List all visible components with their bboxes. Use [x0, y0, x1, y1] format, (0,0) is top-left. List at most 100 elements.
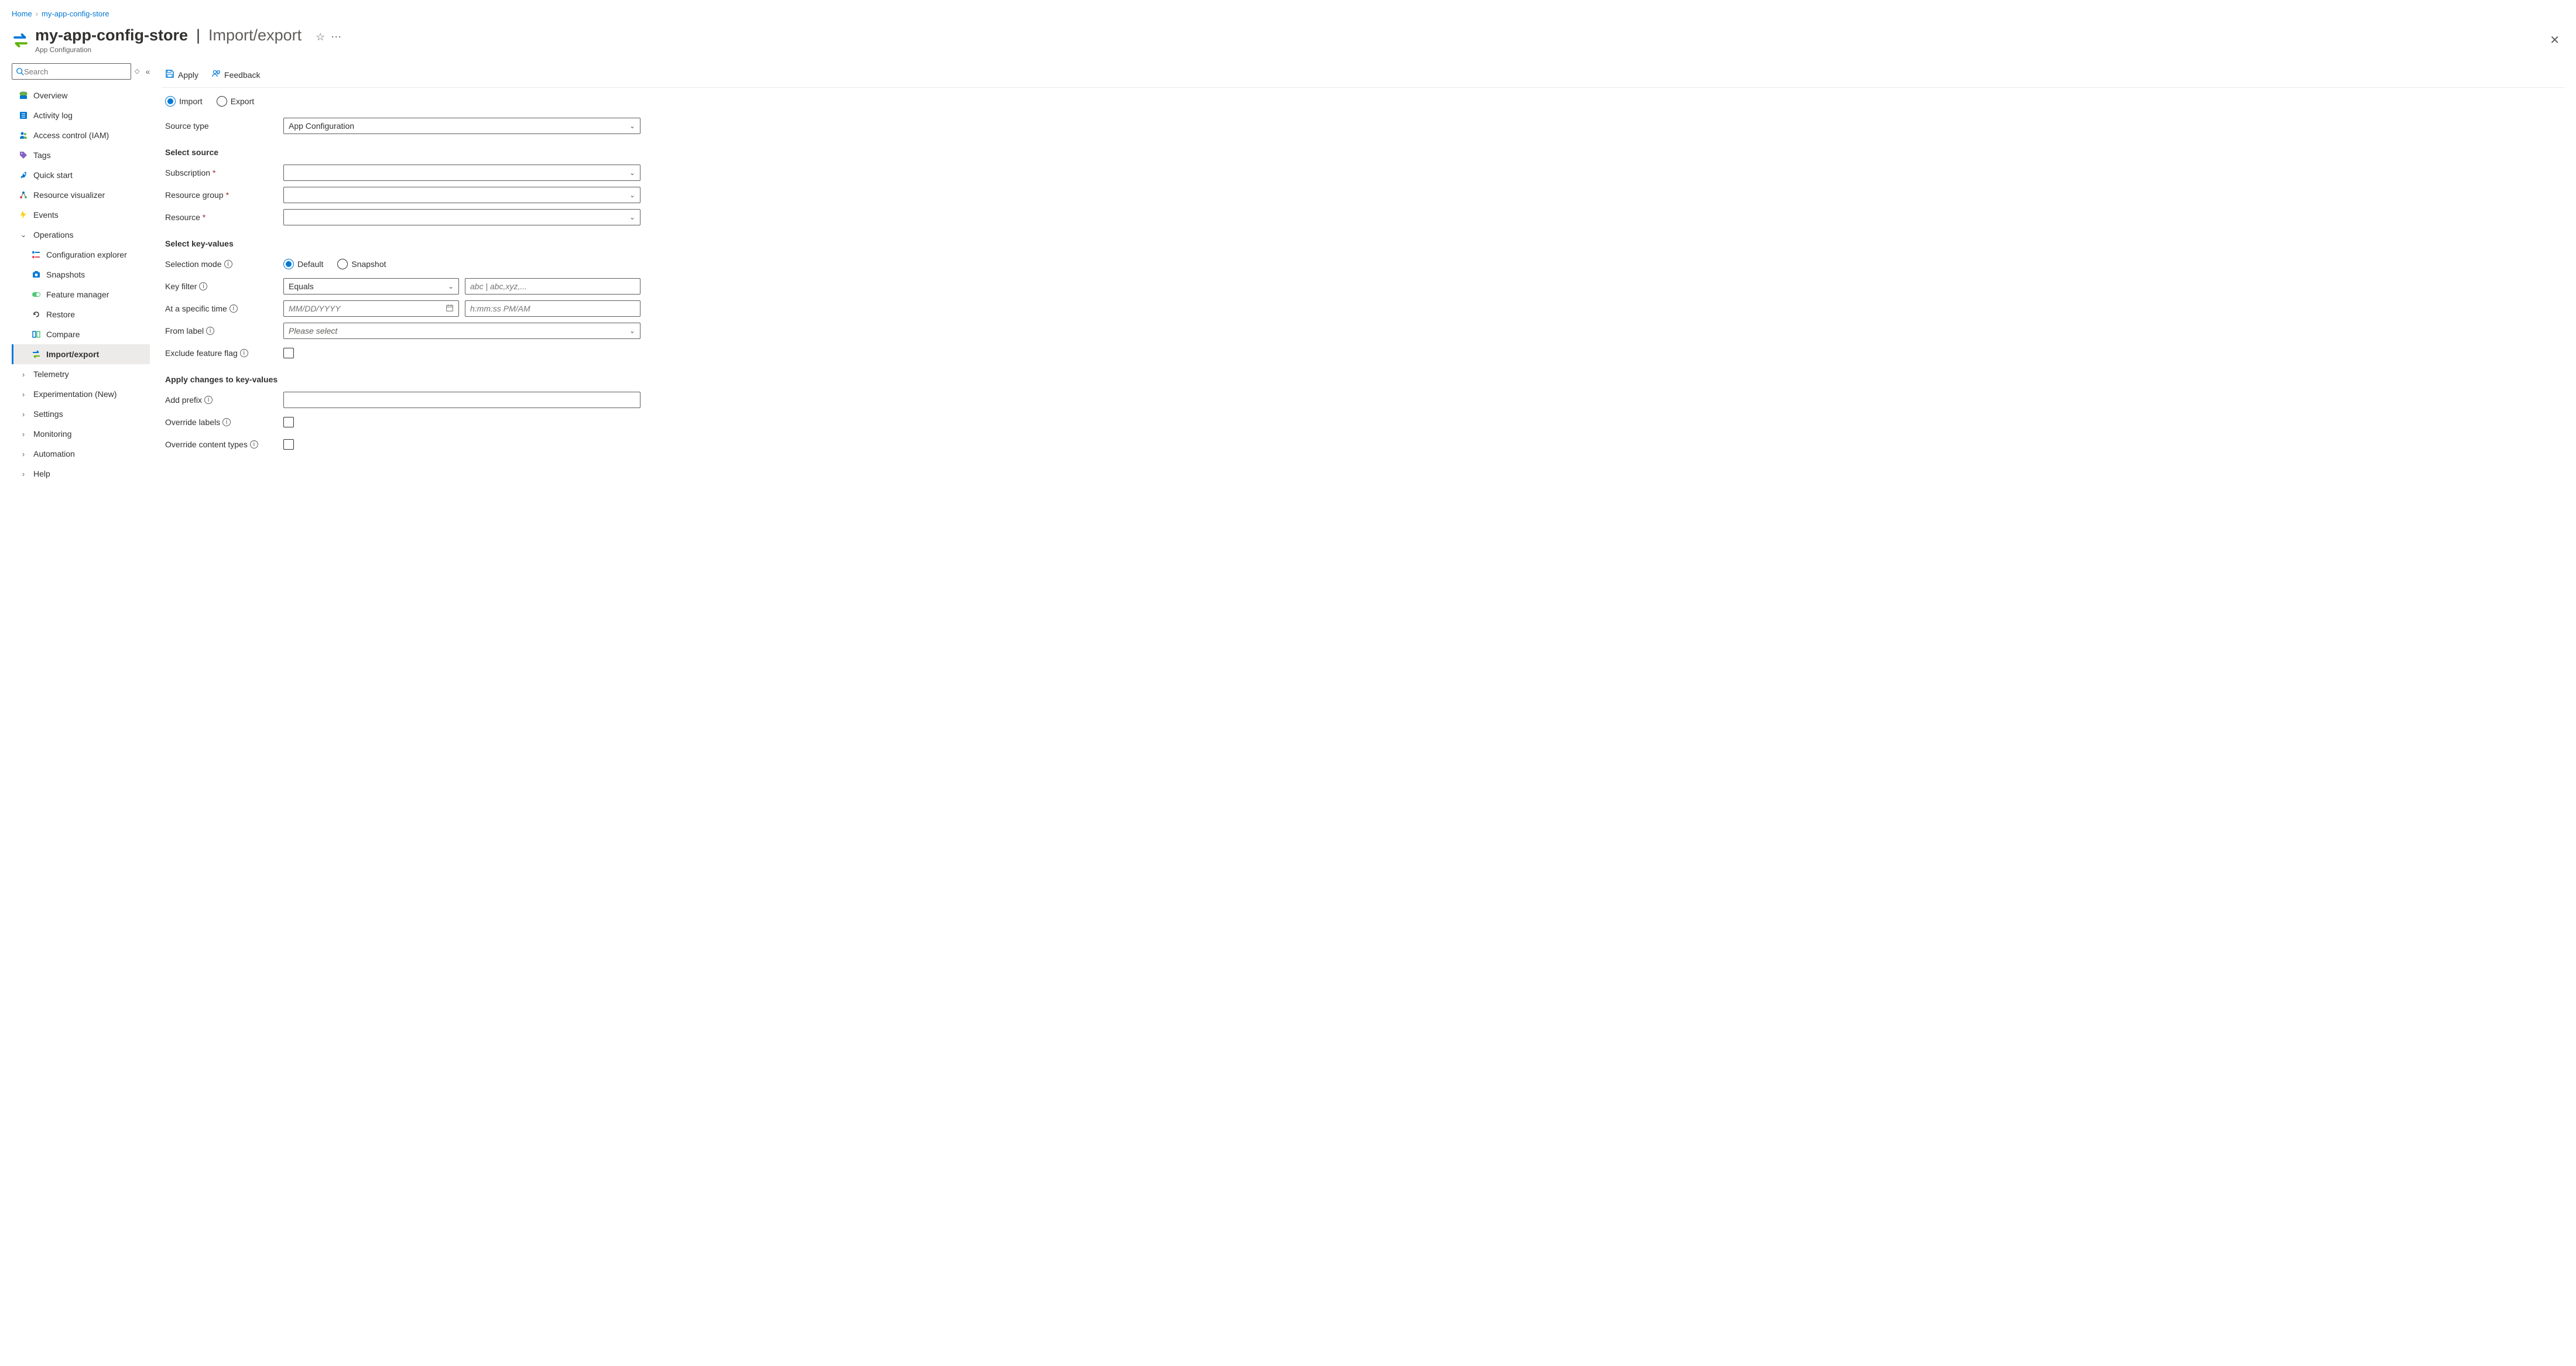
resource-group-select[interactable]: ⌄ — [283, 187, 640, 203]
chevron-down-icon: ⌄ — [629, 213, 635, 221]
sidebar-item-import-export[interactable]: Import/export — [12, 344, 150, 364]
source-type-select[interactable]: App Configuration ⌄ — [283, 118, 640, 134]
sidebar-search[interactable] — [12, 63, 131, 80]
sidebar-item-events[interactable]: Events — [12, 205, 150, 225]
date-input-wrap[interactable] — [283, 300, 459, 317]
info-icon[interactable]: i — [229, 304, 238, 313]
chevron-down-icon: ⌄ — [629, 327, 635, 335]
sidebar-item-activity-log[interactable]: Activity log — [12, 105, 150, 125]
radio-export[interactable]: Export — [217, 96, 254, 107]
sidebar-search-input[interactable] — [24, 67, 127, 76]
save-icon — [165, 69, 174, 80]
radio-default[interactable]: Default — [283, 259, 323, 269]
key-filter-input-wrap[interactable] — [465, 278, 640, 295]
key-filter-operator-select[interactable]: Equals ⌄ — [283, 278, 459, 295]
from-label-label: From label — [165, 326, 204, 335]
breadcrumb-home[interactable]: Home — [12, 9, 32, 18]
radio-label: Export — [231, 97, 254, 106]
breadcrumb: Home › my-app-config-store — [0, 0, 2576, 23]
add-prefix-input[interactable] — [289, 395, 635, 405]
title-separator: | — [196, 26, 200, 44]
sidebar-item-label: Events — [33, 210, 59, 220]
info-icon[interactable]: i — [199, 282, 207, 290]
sidebar-item-iam[interactable]: Access control (IAM) — [12, 125, 150, 145]
info-icon[interactable]: i — [250, 440, 258, 449]
feedback-button[interactable]: Feedback — [211, 69, 260, 80]
breadcrumb-resource[interactable]: my-app-config-store — [42, 9, 109, 18]
override-content-types-checkbox[interactable] — [283, 439, 294, 450]
page-title: my-app-config-store — [35, 26, 188, 44]
sidebar-group-settings[interactable]: › Settings — [12, 404, 150, 424]
radio-icon — [217, 96, 227, 107]
radio-import[interactable]: Import — [165, 96, 203, 107]
activity-log-icon — [18, 110, 29, 121]
chevron-right-icon: › — [18, 389, 29, 399]
pin-icon[interactable]: ☆ — [316, 31, 325, 43]
apply-button[interactable]: Apply — [165, 69, 198, 80]
feedback-icon — [211, 69, 221, 80]
sidebar-group-label: Experimentation (New) — [33, 389, 117, 399]
section-select-key-values: Select key-values — [165, 239, 2561, 248]
calendar-icon[interactable] — [446, 304, 454, 314]
override-labels-checkbox[interactable] — [283, 417, 294, 427]
sort-toggle-icon[interactable]: ◇ — [135, 69, 139, 75]
page-section-title: Import/export — [208, 26, 302, 44]
config-explorer-icon — [31, 249, 42, 260]
compare-icon — [31, 329, 42, 340]
subscription-label: Subscription — [165, 168, 210, 177]
radio-snapshot[interactable]: Snapshot — [337, 259, 386, 269]
override-labels-label: Override labels — [165, 417, 220, 427]
add-prefix-input-wrap[interactable] — [283, 392, 640, 408]
iam-icon — [18, 130, 29, 141]
time-input[interactable] — [470, 304, 635, 313]
sidebar-group-label: Telemetry — [33, 369, 69, 379]
sidebar-item-quick-start[interactable]: Quick start — [12, 165, 150, 185]
radio-label: Default — [297, 259, 323, 269]
info-icon[interactable]: i — [206, 327, 214, 335]
section-apply-changes: Apply changes to key-values — [165, 375, 2561, 384]
sidebar-group-telemetry[interactable]: › Telemetry — [12, 364, 150, 384]
sidebar-item-compare[interactable]: Compare — [12, 324, 150, 344]
radio-icon — [337, 259, 348, 269]
sidebar-group-operations[interactable]: ⌄ Operations — [12, 225, 150, 245]
time-input-wrap[interactable] — [465, 300, 640, 317]
sidebar-group-automation[interactable]: › Automation — [12, 444, 150, 464]
from-label-select[interactable]: Please select ⌄ — [283, 323, 640, 339]
sidebar-item-resource-visualizer[interactable]: Resource visualizer — [12, 185, 150, 205]
more-icon[interactable]: ⋯ — [331, 31, 341, 43]
sidebar-group-monitoring[interactable]: › Monitoring — [12, 424, 150, 444]
add-prefix-label: Add prefix — [165, 395, 202, 405]
section-select-source: Select source — [165, 148, 2561, 157]
sidebar-group-help[interactable]: › Help — [12, 464, 150, 484]
sidebar-group-label: Help — [33, 469, 50, 478]
exclude-feature-flag-checkbox[interactable] — [283, 348, 294, 358]
resource-select[interactable]: ⌄ — [283, 209, 640, 225]
key-filter-input[interactable] — [470, 282, 635, 291]
chevron-down-icon: ⌄ — [629, 122, 635, 130]
sidebar-item-tags[interactable]: Tags — [12, 145, 150, 165]
radio-label: Snapshot — [351, 259, 386, 269]
import-export-small-icon — [31, 349, 42, 360]
radio-icon — [165, 96, 176, 107]
sidebar-item-restore[interactable]: Restore — [12, 304, 150, 324]
sidebar-group-experimentation[interactable]: › Experimentation (New) — [12, 384, 150, 404]
close-blade-button[interactable]: ✕ — [2545, 30, 2564, 50]
info-icon[interactable]: i — [240, 349, 248, 357]
sidebar-item-configuration-explorer[interactable]: Configuration explorer — [12, 245, 150, 265]
collapse-sidebar-icon[interactable]: « — [143, 67, 152, 76]
info-icon[interactable]: i — [222, 418, 231, 426]
sidebar: ◇ « Overview Activity log Access control… — [12, 63, 150, 484]
chevron-right-icon: › — [18, 429, 29, 439]
import-export-icon — [12, 32, 29, 49]
info-icon[interactable]: i — [204, 396, 213, 404]
from-label-value: Please select — [289, 326, 337, 335]
sidebar-item-overview[interactable]: Overview — [12, 85, 150, 105]
exclude-feature-flag-label: Exclude feature flag — [165, 348, 238, 358]
date-input[interactable] — [289, 304, 446, 313]
required-mark: * — [213, 168, 215, 177]
sidebar-item-feature-manager[interactable]: Feature manager — [12, 285, 150, 304]
sidebar-item-label: Access control (IAM) — [33, 131, 109, 140]
info-icon[interactable]: i — [224, 260, 232, 268]
sidebar-item-snapshots[interactable]: Snapshots — [12, 265, 150, 285]
subscription-select[interactable]: ⌄ — [283, 165, 640, 181]
